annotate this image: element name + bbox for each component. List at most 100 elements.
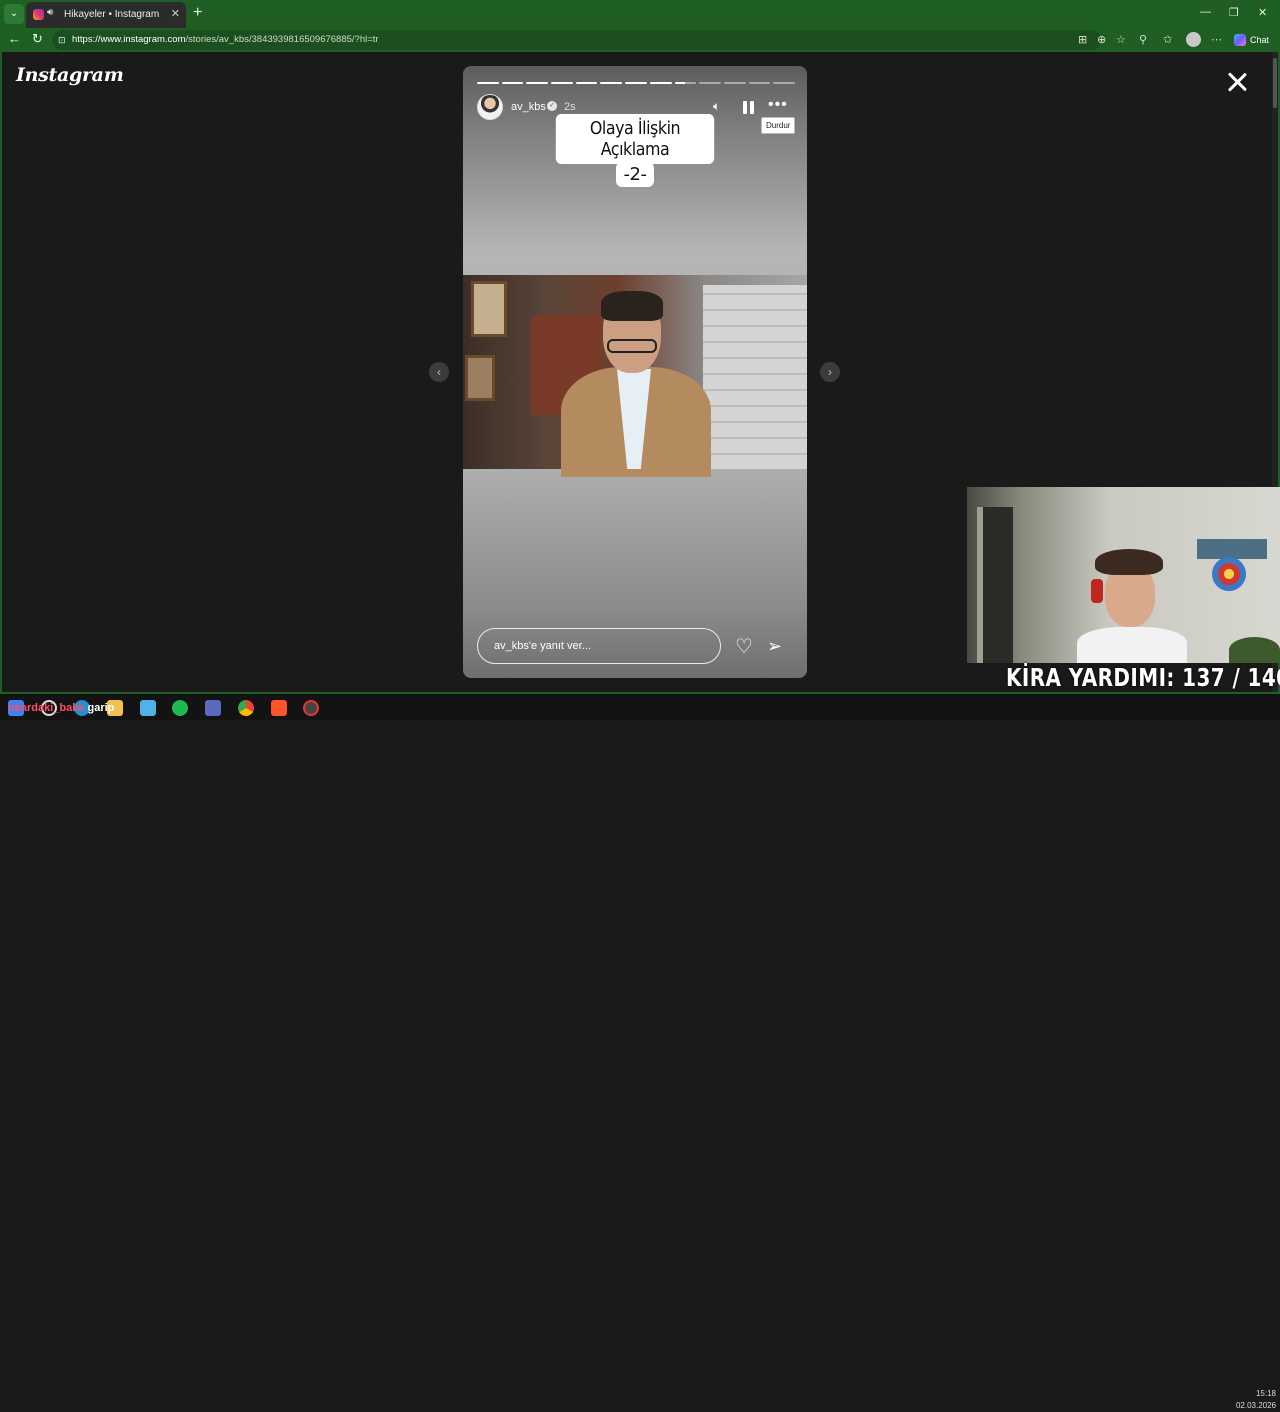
progress-segment [723,82,746,84]
progress-segment-fill [477,82,499,84]
tab-actions-menu-icon[interactable]: ⌄ [4,4,24,24]
story-username[interactable]: av_kbs [511,101,546,113]
progress-segment-fill [674,82,686,84]
app-install-icon[interactable]: ⊞ [1078,33,1087,46]
scrolling-ticker: nkardaki_balık garip [8,702,114,714]
restore-icon[interactable]: ❐ [1229,6,1239,19]
progress-segment [575,82,598,84]
volume-icon[interactable]: 🔈︎ [713,99,720,114]
new-tab-button[interactable]: + [193,4,202,22]
clock-date: 02.03.2026 [1235,1401,1276,1410]
progress-segment [699,82,721,84]
progress-segment-fill [551,82,573,84]
browser-tab-bar: ⌄ 🔊︎ Hikayeler • Instagram ✕ + — ❐ ✕ [0,0,1280,28]
progress-segment-fill [575,82,598,84]
extension-icon[interactable]: ⚲ [1139,33,1147,46]
tab-audio-icon[interactable]: 🔊︎ [47,7,53,18]
wall-frame [471,281,507,337]
obs-icon[interactable] [303,700,319,716]
streamer-hair [1095,549,1163,575]
refresh-icon[interactable]: ↻ [32,31,43,47]
speaker-glasses [607,339,657,353]
webcam-door [977,507,1013,663]
url-path: /stories/av_kbs/3843939816509676885/?hl=… [185,34,379,45]
next-story-icon[interactable]: › [820,362,840,382]
caption-line-1: Olaya İlişkin Açıklama [555,114,715,164]
ticker-text-white: garip [87,702,115,714]
webcam-wall-board [1197,539,1267,559]
progress-segment-fill [501,82,524,84]
speaker-hair [601,291,663,321]
progress-segment [477,82,499,84]
close-story-icon[interactable] [1224,70,1250,96]
progress-segment-fill [649,82,672,84]
url-field[interactable]: ⊡ https://www.instagram.com/stories/av_k… [52,30,1102,50]
streamer-shirt [1077,627,1187,663]
system-clock[interactable]: 15:18 02.03.2026 [1232,1388,1276,1412]
story-timestamp: 2s [564,101,576,113]
wall-frame [465,355,495,401]
reply-input[interactable]: av_kbs'e yanıt ver... [477,628,721,664]
progress-segment [526,82,549,84]
progress-segment [674,82,697,84]
window-close-icon[interactable]: ✕ [1258,6,1267,19]
dartboard-icon [1212,557,1246,591]
webcam-overlay [967,487,1280,663]
pause-icon[interactable] [743,101,755,114]
previous-story-icon[interactable]: ‹ [429,362,449,382]
store-icon[interactable] [140,700,156,716]
progress-segment-fill [625,82,647,84]
pause-tooltip: Durdur [761,117,796,134]
site-info-icon[interactable]: ⊡ [58,30,66,50]
back-arrow-icon[interactable]: ← [8,31,21,46]
story-card[interactable]: av_kbs ✓ 2s 🔈︎ ••• Durdur Olaya İlişkin … [463,66,807,678]
minimize-icon[interactable]: — [1200,6,1211,18]
clock-time: 15:18 [1255,1389,1276,1398]
ticker-text-pink-2: ki_balık [44,702,85,714]
brick-wall [703,285,807,469]
verified-badge-icon: ✓ [547,101,557,111]
story-options-icon[interactable]: ••• [768,96,788,114]
copilot-chat-button[interactable]: Chat [1232,32,1269,48]
progress-segment-fill [600,82,623,84]
like-heart-icon[interactable]: ♡ [735,634,753,659]
avatar[interactable] [477,94,503,120]
brave-icon[interactable] [271,700,287,716]
more-menu-icon[interactable]: ⋯ [1211,33,1222,46]
ticker-text-pink: nkarda [8,702,45,714]
story-progress-bar [477,82,795,85]
browser-address-bar: ← ↻ ⊡ https://www.instagram.com/stories/… [0,28,1280,52]
scrollbar-thumb[interactable] [1273,58,1277,108]
progress-segment [600,82,623,84]
rent-support-counter: KİRA YARDIMI: 137 / 140 [1006,663,1280,692]
browser-tab-active[interactable]: 🔊︎ Hikayeler • Instagram ✕ [26,2,186,28]
profile-avatar[interactable] [1186,32,1201,47]
zoom-icon[interactable]: ⊕ [1097,33,1106,46]
calculator-icon[interactable] [205,700,221,716]
story-video[interactable] [463,275,807,477]
caption-line-2: -2- [615,162,655,187]
chrome-icon[interactable] [238,700,254,716]
progress-segment [551,82,573,84]
progress-segment [625,82,647,84]
url-host: https://www.instagram.com [72,34,186,45]
favorites-icon[interactable]: ✩ [1163,33,1172,46]
progress-segment [773,82,795,84]
speaker-figure [561,291,711,477]
progress-segment [649,82,672,84]
copilot-icon [1234,34,1246,46]
progress-segment-fill [526,82,549,84]
story-caption: Olaya İlişkin Açıklama -2- [545,114,725,187]
favorite-star-icon[interactable]: ☆ [1116,33,1126,46]
headset-icon [1091,579,1103,603]
streamer-figure [1077,549,1187,663]
spotify-icon[interactable] [172,700,188,716]
progress-segment [501,82,524,84]
send-share-icon[interactable]: ➢ [767,636,782,657]
tab-title: Hikayeler • Instagram [64,9,160,20]
chat-label: Chat [1250,35,1270,45]
instagram-favicon-icon [33,9,44,20]
webcam-plant [1229,637,1280,663]
instagram-logo[interactable]: Instagram [16,64,124,86]
tab-close-icon[interactable]: ✕ [171,7,180,20]
